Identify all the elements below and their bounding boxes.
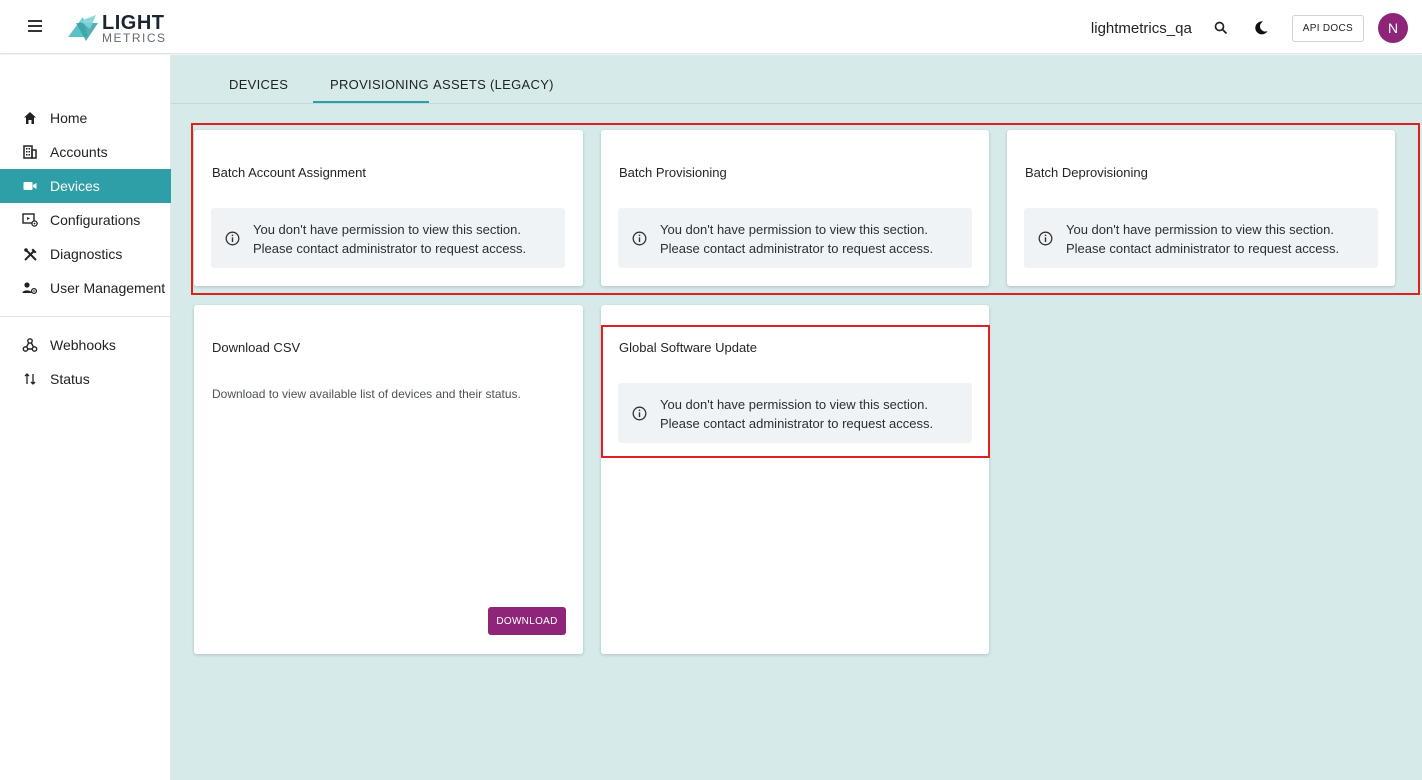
logo-text-metrics: METRICS: [102, 30, 167, 45]
sidebar-item-diagnostics[interactable]: Diagnostics: [0, 237, 171, 271]
logo-text-light: LIGHT: [102, 11, 165, 34]
info-icon: [632, 406, 647, 421]
sidebar-item-label: Configurations: [50, 212, 141, 228]
user-settings-icon: [22, 280, 38, 296]
permission-notice: You don't have permission to view this s…: [1024, 208, 1378, 268]
info-icon: [1038, 231, 1053, 246]
sidebar-item-home[interactable]: Home: [0, 101, 171, 135]
notice-text-line2: Please contact administrator to request …: [660, 416, 934, 431]
camera-icon: [22, 178, 38, 194]
card-global-software-update: Global Software Update You don't have pe…: [601, 305, 989, 654]
logo[interactable]: LIGHT METRICS: [66, 12, 167, 44]
home-icon: [22, 110, 38, 126]
top-bar: LIGHT METRICS lightmetrics_qa API DOCS N: [0, 0, 1422, 54]
permission-notice: You don't have permission to view this s…: [618, 383, 972, 443]
permission-notice: You don't have permission to view this s…: [211, 208, 565, 268]
active-tab-indicator: [313, 101, 429, 103]
sidebar-item-devices[interactable]: Devices: [0, 169, 171, 203]
search-icon[interactable]: [1212, 19, 1230, 37]
sidebar-item-accounts[interactable]: Accounts: [0, 135, 171, 169]
sidebar-item-label: Home: [50, 110, 88, 126]
card-title: Batch Deprovisioning: [1025, 165, 1148, 180]
card-batch-account-assignment: Batch Account Assignment You don't have …: [194, 130, 583, 286]
sidebar-item-user-management[interactable]: User Management: [0, 271, 171, 305]
card-title: Download CSV: [212, 340, 301, 355]
sidebar-item-label: Accounts: [50, 144, 108, 160]
notice-text-line1: You don't have permission to view this s…: [1066, 222, 1334, 237]
menu-icon[interactable]: [28, 20, 42, 32]
sidebar-item-label: Status: [50, 371, 90, 387]
notice-text-line2: Please contact administrator to request …: [1066, 241, 1340, 256]
sidebar-item-label: Diagnostics: [50, 246, 123, 262]
notice-text-line2: Please contact administrator to request …: [253, 241, 527, 256]
sidebar-item-status[interactable]: Status: [0, 362, 171, 396]
dark-mode-icon[interactable]: [1252, 19, 1270, 37]
sidebar-item-configurations[interactable]: Configurations: [0, 203, 171, 237]
card-download-csv: Download CSV Download to view available …: [194, 305, 583, 654]
card-batch-provisioning: Batch Provisioning You don't have permis…: [601, 130, 989, 286]
info-icon: [632, 231, 647, 246]
logo-mark-icon: [66, 13, 100, 43]
api-docs-button[interactable]: API DOCS: [1291, 14, 1364, 42]
tab-provisioning[interactable]: PROVISIONING: [330, 77, 429, 92]
sidebar-item-label: Devices: [50, 178, 100, 194]
username: lightmetrics_qa: [1090, 19, 1192, 37]
card-title: Batch Account Assignment: [212, 165, 366, 180]
sidebar-item-label: Webhooks: [50, 337, 116, 353]
sidebar: Home Accounts Devices Configurations Dia…: [0, 55, 171, 780]
notice-text-line1: You don't have permission to view this s…: [660, 397, 928, 412]
webhook-icon: [22, 337, 38, 353]
permission-notice: You don't have permission to view this s…: [618, 208, 972, 268]
notice-text-line2: Please contact administrator to request …: [660, 241, 934, 256]
sidebar-item-label: User Management: [50, 280, 166, 296]
swap-arrows-icon: [22, 371, 38, 387]
card-batch-deprovisioning: Batch Deprovisioning You don't have perm…: [1007, 130, 1395, 286]
notice-text-line1: You don't have permission to view this s…: [253, 222, 521, 237]
notice-text-line1: You don't have permission to view this s…: [660, 222, 928, 237]
building-icon: [22, 144, 38, 160]
card-description: Download to view available list of devic…: [212, 387, 521, 401]
tab-assets-legacy[interactable]: ASSETS (LEGACY): [433, 77, 554, 92]
avatar[interactable]: N: [1378, 13, 1408, 43]
card-title: Batch Provisioning: [619, 165, 727, 180]
tools-icon: [22, 246, 38, 262]
main-content: DEVICES PROVISIONING ASSETS (LEGACY) Bat…: [171, 55, 1422, 780]
tab-bar: DEVICES PROVISIONING ASSETS (LEGACY): [171, 55, 1422, 104]
sidebar-nav: Home Accounts Devices Configurations Dia…: [0, 101, 171, 396]
download-button[interactable]: DOWNLOAD: [488, 607, 566, 635]
configurations-icon: [22, 212, 38, 228]
tab-devices[interactable]: DEVICES: [229, 77, 288, 92]
sidebar-item-webhooks[interactable]: Webhooks: [0, 328, 171, 362]
sidebar-divider: [0, 316, 171, 317]
card-title: Global Software Update: [619, 340, 758, 355]
info-icon: [225, 231, 240, 246]
